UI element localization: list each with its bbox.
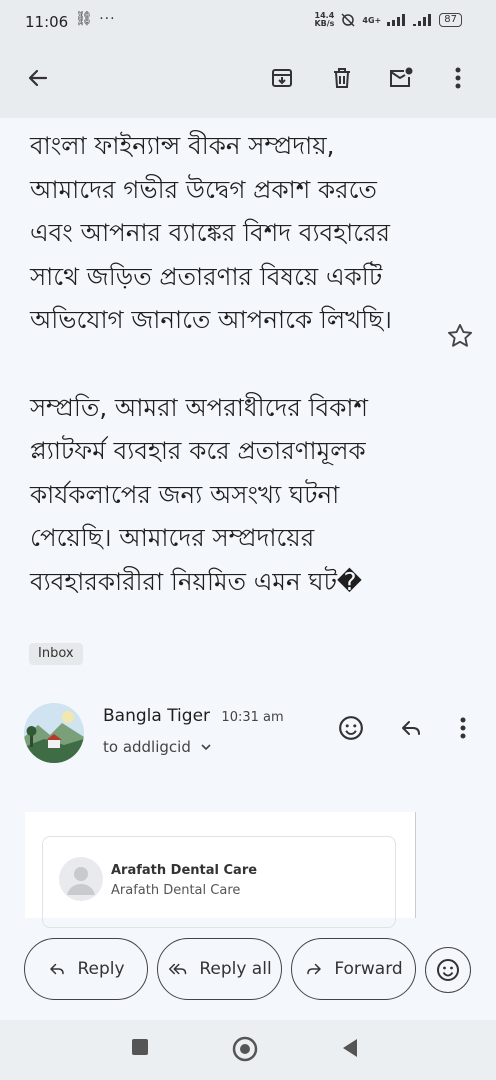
preview-card: Arafath Dental Care Arafath Dental Care	[42, 836, 396, 928]
network-type: 4G+	[362, 15, 382, 25]
preview-subname: Arafath Dental Care	[111, 883, 241, 898]
recents-button[interactable]	[131, 1038, 149, 1060]
mail-unread-icon	[390, 67, 413, 87]
star-icon	[447, 323, 473, 347]
reply-all-button[interactable]: Reply all	[157, 938, 282, 1000]
toolbar	[0, 46, 496, 118]
mark-unread-button[interactable]	[381, 58, 421, 98]
reply-all-icon	[169, 963, 187, 975]
person-icon	[67, 867, 95, 895]
avatar[interactable]	[24, 703, 84, 763]
back-triangle-icon	[343, 1039, 357, 1057]
preview-avatar	[59, 857, 103, 901]
forward-label: Forward	[334, 959, 403, 979]
more-vert-icon	[455, 67, 461, 89]
delete-button[interactable]	[322, 58, 362, 98]
reply-all-label: Reply all	[199, 959, 272, 979]
reply-button[interactable]: Reply	[24, 938, 148, 1000]
forward-icon	[307, 963, 322, 975]
reply-icon	[402, 721, 420, 735]
reply-icon	[50, 963, 65, 975]
speed-unit: KB/s	[314, 19, 335, 28]
emoji-icon	[437, 959, 459, 981]
reply-label: Reply	[77, 959, 125, 979]
status-right: 14.4 KB/s 4G+ 87	[314, 12, 462, 28]
recents-icon	[132, 1039, 148, 1055]
recipient-toggle[interactable]: to addligcid	[103, 738, 212, 756]
trash-icon	[334, 68, 350, 88]
home-button[interactable]	[232, 1036, 258, 1066]
message-preview[interactable]: Arafath Dental Care Arafath Dental Care	[25, 812, 416, 928]
email-paragraph-1: বাংলা ফাইন্যান্স বীকন সম্প্রদায়, আমাদের…	[30, 131, 392, 335]
message-time: 10:31 am	[221, 710, 284, 725]
battery-indicator: 87	[439, 13, 462, 27]
landscape-avatar-icon	[24, 703, 84, 763]
archive-button[interactable]	[262, 58, 302, 98]
sender-name-text: Bangla Tiger	[103, 706, 211, 726]
message-more-button[interactable]	[448, 713, 478, 743]
forward-button[interactable]: Forward	[291, 938, 416, 1000]
signal-icon-2	[413, 14, 432, 26]
home-icon	[232, 1036, 258, 1062]
status-bar: 11:06 ⛓ ··· 14.4 KB/s 4G+ 87	[0, 0, 496, 46]
more-vert-icon	[460, 717, 466, 739]
signal-icon	[387, 14, 406, 26]
react-emoji-button[interactable]	[336, 713, 366, 743]
reply-icon-button[interactable]	[396, 713, 426, 743]
email-body: বাংলা ফাইন্যান্স বীকন সম্প্রদায়, আমাদের…	[30, 124, 420, 604]
archive-icon	[272, 69, 292, 87]
emoji-icon	[339, 716, 363, 740]
system-navigation-bar	[0, 1020, 496, 1080]
emoji-react-button[interactable]	[425, 947, 471, 993]
more-options-button[interactable]	[438, 58, 478, 98]
notification-icons: ⛓ ···	[75, 11, 116, 27]
recipient-text: to addligcid	[103, 738, 191, 756]
preview-name: Arafath Dental Care	[111, 863, 258, 878]
sender-name: Bangla Tiger 10:31 am	[103, 706, 284, 726]
action-bar: Reply Reply all Forward	[0, 938, 496, 1004]
network-speed: 14.4 KB/s	[314, 12, 334, 28]
inbox-label[interactable]: Inbox	[29, 643, 83, 665]
star-button[interactable]	[446, 322, 474, 350]
arrow-left-icon	[28, 69, 48, 87]
alarm-off-icon	[341, 13, 355, 27]
email-paragraph-2: সম্প্রতি, আমরা অপরাধীদের বিকাশ প্ল্যাটফর…	[30, 392, 368, 596]
back-button[interactable]	[18, 58, 58, 98]
back-nav-button[interactable]	[341, 1038, 359, 1062]
chevron-down-icon	[201, 744, 211, 751]
status-time: 11:06	[25, 13, 69, 31]
